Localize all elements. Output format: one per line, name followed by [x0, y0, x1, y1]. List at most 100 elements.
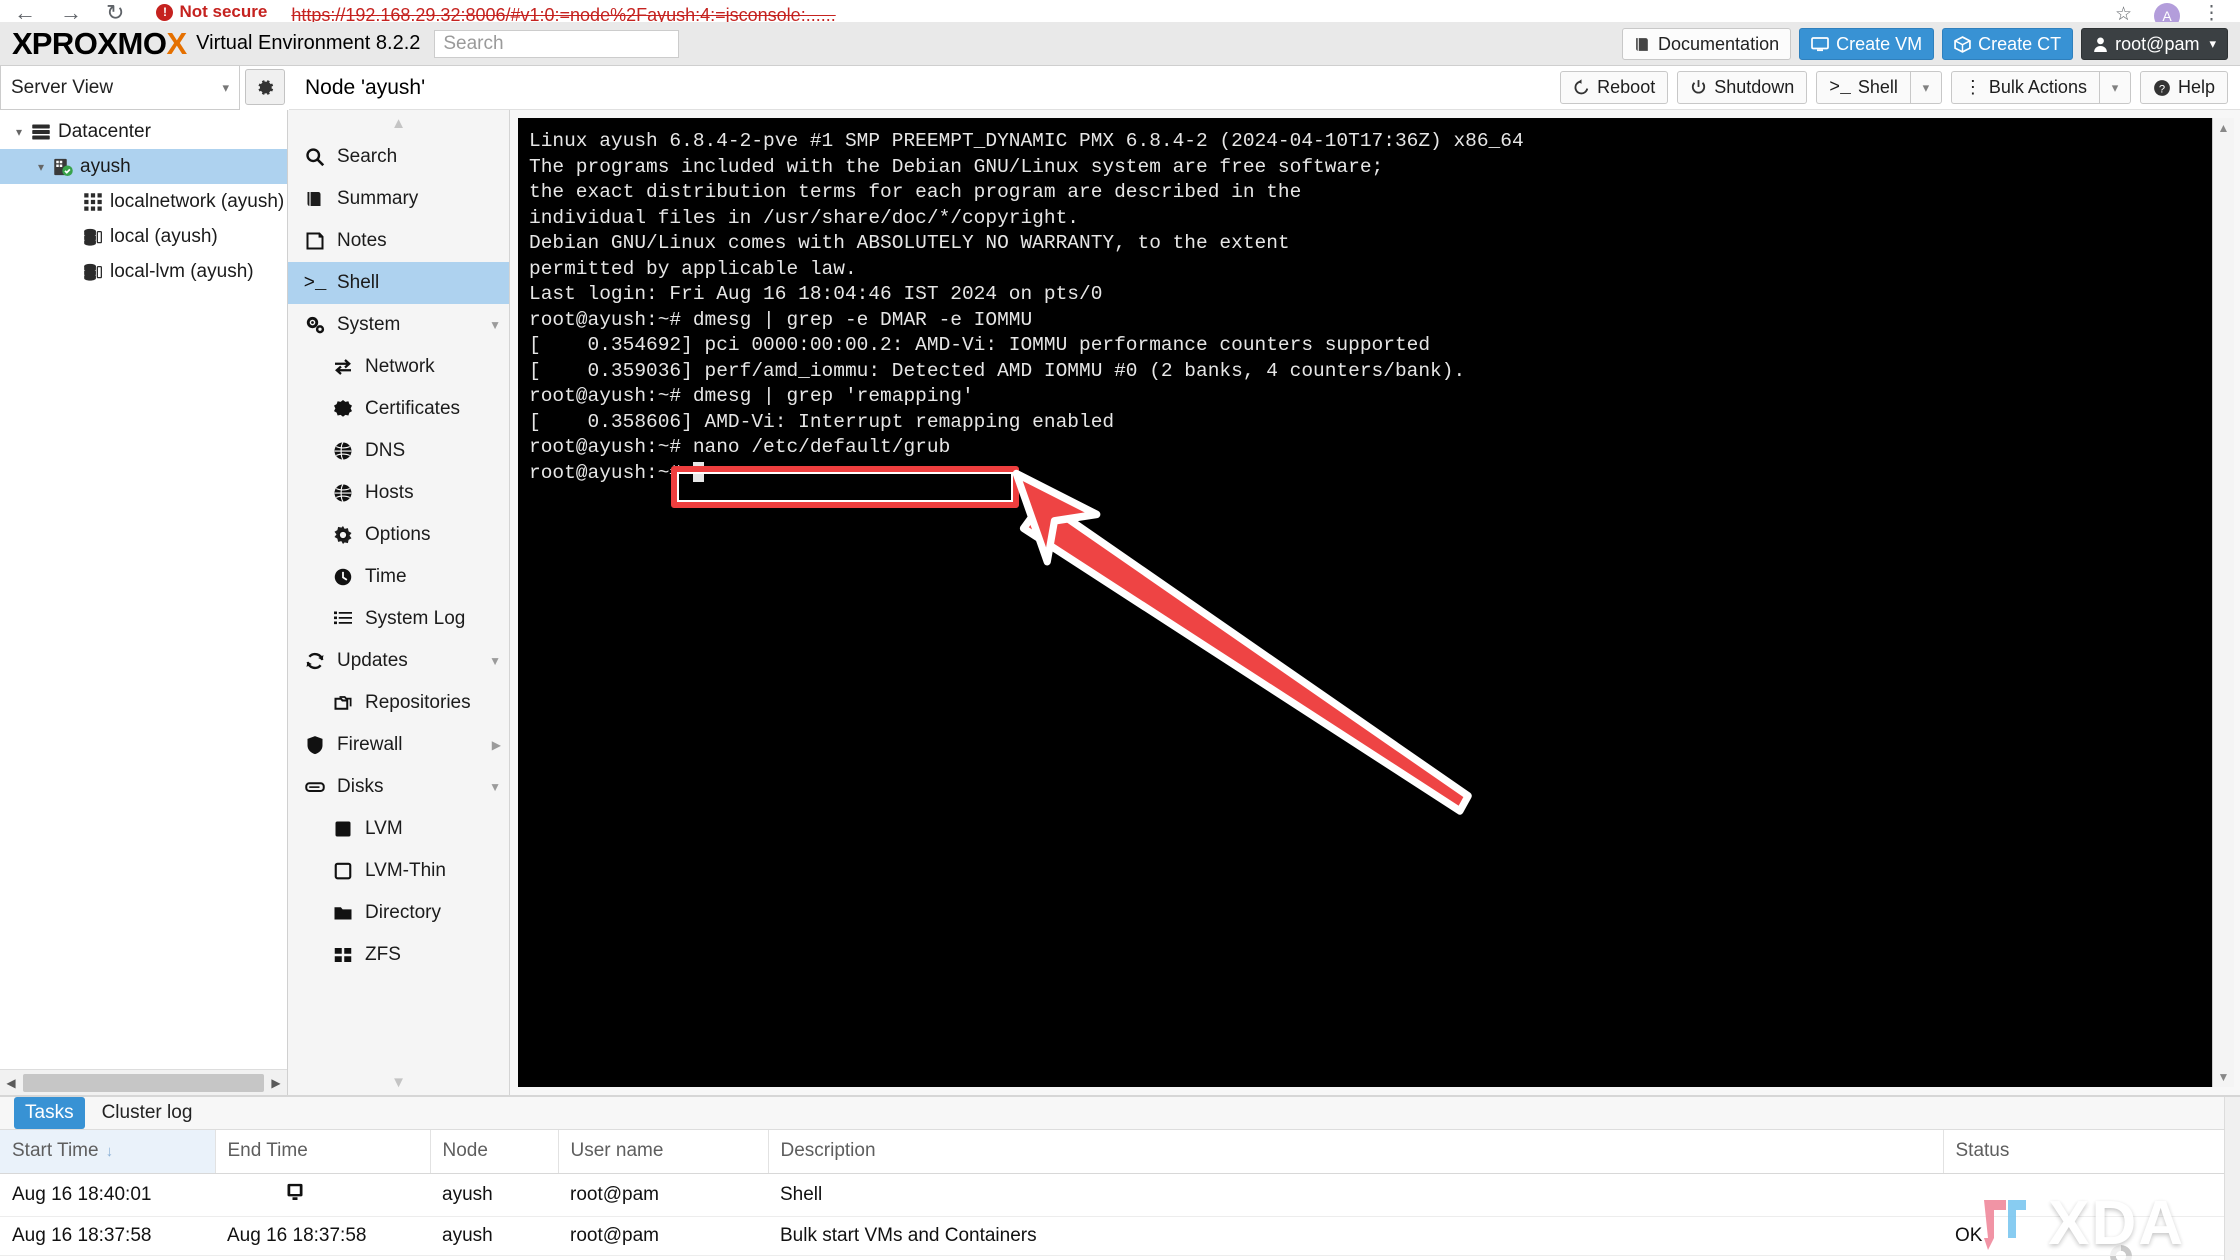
nav-item-shell[interactable]: >_ Shell — [288, 262, 509, 304]
scroll-left-arrow-icon[interactable]: ◀ — [0, 1069, 22, 1096]
terminal-scrollbar[interactable]: ▲ ▼ — [2212, 118, 2234, 1087]
reload-icon[interactable]: ↻ — [106, 2, 124, 23]
tab-tasks[interactable]: Tasks — [14, 1097, 85, 1129]
nav-item-options[interactable]: Options — [288, 514, 509, 556]
nav-item-label: Time — [365, 566, 407, 587]
chevron-down-icon[interactable]: ▼ — [489, 780, 501, 794]
nav-item-firewall[interactable]: Firewall ▶ — [288, 724, 509, 766]
shell-label: Shell — [1857, 77, 1898, 97]
shell-prompt-icon: >_ — [303, 272, 327, 294]
chevron-down-icon[interactable]: ▾ — [10, 125, 28, 139]
tree-item-localnetwork[interactable]: localnetwork (ayush) — [0, 184, 287, 219]
terminal-console[interactable]: Linux ayush 6.8.4-2-pve #1 SMP PREEMPT_D… — [518, 118, 2212, 1087]
nav-item-dns[interactable]: DNS — [288, 430, 509, 472]
nav-item-repositories[interactable]: Repositories — [288, 682, 509, 724]
zfs-blocks-icon — [334, 948, 352, 962]
gear-icon — [330, 525, 356, 545]
help-button[interactable]: ? Help — [2139, 71, 2228, 104]
create-ct-button[interactable]: Create CT — [1942, 28, 2074, 60]
scroll-right-arrow-icon[interactable]: ▶ — [265, 1069, 287, 1096]
shutdown-button[interactable]: Shutdown — [1677, 71, 1808, 104]
create-vm-button[interactable]: Create VM — [1799, 28, 1935, 60]
avatar[interactable]: A — [2154, 3, 2180, 22]
reboot-button[interactable]: Reboot — [1560, 71, 1669, 104]
storage-icon — [84, 263, 102, 281]
chevron-up-icon[interactable]: ▲ — [288, 110, 509, 136]
nav-item-zfs[interactable]: ZFS — [288, 934, 509, 976]
terminal-line: [ 0.354692] pci 0000:00:00.2: AMD-Vi: IO… — [529, 334, 1431, 356]
nav-item-directory[interactable]: Directory — [288, 892, 509, 934]
bookmark-star-icon[interactable]: ☆ — [2115, 3, 2132, 23]
scroll-up-arrow-icon[interactable]: ▲ — [2218, 121, 2230, 135]
nav-item-hosts[interactable]: Hosts — [288, 472, 509, 514]
nav-item-certificates[interactable]: Certificates — [288, 388, 509, 430]
tree-item-datacenter[interactable]: ▾ Datacenter — [0, 114, 287, 149]
datacenter-icon — [28, 122, 54, 142]
site-security-badge[interactable]: ! Not secure — [146, 0, 278, 22]
monitor-icon — [1811, 36, 1829, 51]
network-grid-icon — [80, 192, 106, 212]
nav-item-summary[interactable]: Summary — [288, 178, 509, 220]
column-header-end-time[interactable]: End Time — [215, 1130, 431, 1174]
server-view-select[interactable]: Server View ▾ — [0, 66, 240, 110]
bulk-actions-dropdown-arrow[interactable]: ▾ — [2098, 71, 2131, 104]
shell-button[interactable]: >_ Shell — [1816, 71, 1910, 104]
main-content: ▾ Datacenter ▾ ayush localnetwork (ayush) loc… — [0, 110, 2240, 1096]
back-arrow-icon[interactable]: ← — [14, 2, 36, 23]
gear-icon[interactable] — [245, 69, 285, 105]
scroll-down-arrow-icon[interactable]: ▼ — [2218, 1070, 2230, 1084]
column-header-status[interactable]: Status — [1943, 1130, 2240, 1174]
nav-item-lvm[interactable]: LVM — [288, 808, 509, 850]
nav-item-system[interactable]: System ▼ — [288, 304, 509, 346]
url-bar[interactable]: https://192.168.29.32:8006/#v1:0:=node%2… — [291, 5, 835, 22]
globe-icon — [334, 442, 352, 460]
tree-item-local[interactable]: local (ayush) — [0, 219, 287, 254]
nav-item-disks[interactable]: Disks ▼ — [288, 766, 509, 808]
more-options-icon[interactable]: ⋮ — [2202, 2, 2222, 23]
search-input[interactable]: Search — [434, 29, 680, 58]
globe-icon — [334, 484, 352, 502]
user-menu-button[interactable]: root@pam ▾ — [2081, 28, 2228, 60]
terminal-line: [ 0.358606] AMD-Vi: Interrupt remapping … — [529, 410, 1115, 433]
tab-cluster-log[interactable]: Cluster log — [91, 1097, 204, 1129]
network-arrows-icon — [335, 359, 351, 375]
cell-user-name: root@pam — [558, 1255, 768, 1260]
create-ct-label: Create CT — [1978, 33, 2062, 54]
chevron-down-icon[interactable]: ▼ — [288, 1069, 509, 1095]
chevron-down-icon[interactable]: ▾ — [32, 160, 50, 174]
nav-item-label: LVM-Thin — [365, 860, 446, 881]
proxmox-logo[interactable]: X PROXMO X — [12, 28, 187, 59]
chevron-down-icon[interactable]: ▼ — [489, 654, 501, 668]
table-row[interactable]: Aug 16 18:40:01 ayush root@pam Shell — [0, 1173, 2240, 1217]
table-row[interactable]: Aug 16 18:04:58Aug 16 18:04:58ayushroot@… — [0, 1255, 2240, 1260]
nav-item-search[interactable]: Search — [288, 136, 509, 178]
nav-item-label: ZFS — [365, 944, 401, 965]
column-header-description[interactable]: Description — [768, 1130, 1944, 1174]
nav-item-network[interactable]: Network — [288, 346, 509, 388]
tree-item-ayush[interactable]: ▾ ayush — [0, 149, 287, 184]
bulk-actions-button[interactable]: ⋮ Bulk Actions — [1950, 71, 2099, 104]
chevron-right-icon[interactable]: ▶ — [492, 738, 501, 752]
column-header-start-time[interactable]: Start Time ↓ — [0, 1130, 216, 1174]
table-row[interactable]: Aug 16 18:37:58 Aug 16 18:37:58 ayush root@… — [0, 1216, 2240, 1256]
page-scrollbar[interactable] — [2224, 1097, 2240, 1260]
nav-item-lvm-thin[interactable]: LVM-Thin — [288, 850, 509, 892]
column-header-node[interactable]: Node — [430, 1130, 559, 1174]
nav-item-time[interactable]: Time — [288, 556, 509, 598]
nav-item-notes[interactable]: Notes — [288, 220, 509, 262]
certificate-seal-icon — [330, 399, 356, 419]
chevron-down-icon[interactable]: ▼ — [489, 318, 501, 332]
scrollbar-thumb[interactable] — [23, 1073, 264, 1092]
nav-item-system-log[interactable]: System Log — [288, 598, 509, 640]
tree-item-local-lvm[interactable]: local-lvm (ayush) — [0, 254, 287, 289]
forward-arrow-icon[interactable]: → — [60, 2, 82, 23]
nav-item-updates[interactable]: Updates ▼ — [288, 640, 509, 682]
documentation-button[interactable]: Documentation — [1622, 28, 1792, 60]
browser-toolbar-right: ☆ A ⋮ — [2115, 0, 2240, 22]
datacenter-icon — [32, 124, 50, 139]
tree-item-label: localnetwork (ayush) — [110, 190, 285, 212]
search-icon — [302, 147, 328, 167]
column-header-user-name[interactable]: User name — [558, 1130, 769, 1174]
shell-dropdown-arrow[interactable]: ▾ — [1909, 71, 1942, 104]
tree-horizontal-scrollbar[interactable]: ◀ ▶ — [0, 1069, 287, 1096]
